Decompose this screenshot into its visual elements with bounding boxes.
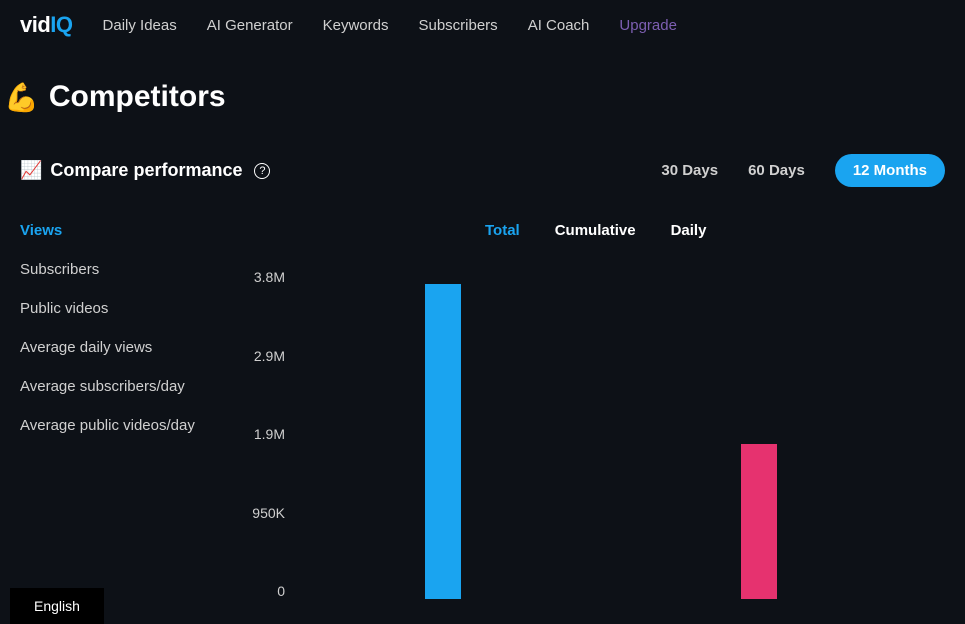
logo-part-iq: IQ — [50, 12, 72, 37]
sidebar-item-avg-subs-day[interactable]: Average subscribers/day — [20, 378, 230, 395]
metric-sidebar: Views Subscribers Public videos Average … — [20, 202, 230, 599]
chart-body: 3.8M 2.9M 1.9M 950K 0 — [230, 269, 945, 599]
period-12-months[interactable]: 12 Months — [835, 154, 945, 187]
nav-ai-coach[interactable]: AI Coach — [528, 17, 590, 34]
nav-keywords[interactable]: Keywords — [323, 17, 389, 34]
chart-emoji-icon: 📈 — [20, 160, 42, 181]
section-title-group: 📈 Compare performance ? — [20, 160, 270, 181]
bar-channel-b[interactable] — [741, 444, 777, 599]
chart-zone: Total Cumulative Daily 3.8M 2.9M 1.9M 95… — [230, 202, 945, 599]
period-tabs: 30 Days 60 Days 12 Months — [661, 154, 945, 187]
mode-total[interactable]: Total — [485, 222, 520, 239]
nav-subscribers[interactable]: Subscribers — [418, 17, 497, 34]
mode-daily[interactable]: Daily — [671, 222, 707, 239]
sidebar-item-public-videos[interactable]: Public videos — [20, 300, 230, 317]
flex-emoji-icon: 💪 — [4, 81, 39, 114]
section-title: Compare performance — [50, 160, 242, 181]
y-tick-3: 2.9M — [254, 348, 285, 364]
page-title-row: 💪 Competitors — [0, 50, 965, 134]
sidebar-item-avg-pv-day[interactable]: Average public videos/day — [20, 417, 230, 434]
content-area: Views Subscribers Public videos Average … — [0, 202, 965, 599]
bar-channel-a[interactable] — [425, 284, 461, 599]
section-header: 📈 Compare performance ? 30 Days 60 Days … — [0, 134, 965, 202]
y-tick-0: 0 — [277, 583, 285, 599]
period-60-days[interactable]: 60 Days — [748, 162, 805, 179]
nav-ai-generator[interactable]: AI Generator — [207, 17, 293, 34]
y-tick-1: 950K — [252, 505, 285, 521]
sidebar-item-avg-daily-views[interactable]: Average daily views — [20, 339, 230, 356]
y-tick-2: 1.9M — [254, 426, 285, 442]
help-icon[interactable]: ? — [254, 163, 270, 179]
y-tick-4: 3.8M — [254, 269, 285, 285]
top-nav: vidIQ Daily Ideas AI Generator Keywords … — [0, 0, 965, 50]
sidebar-item-subscribers[interactable]: Subscribers — [20, 261, 230, 278]
nav-upgrade[interactable]: Upgrade — [619, 17, 677, 34]
logo-part-vid: vid — [20, 12, 50, 37]
chart-plot — [295, 269, 945, 599]
nav-daily-ideas[interactable]: Daily Ideas — [103, 17, 177, 34]
logo[interactable]: vidIQ — [20, 12, 73, 38]
period-30-days[interactable]: 30 Days — [661, 162, 718, 179]
sidebar-item-views[interactable]: Views — [20, 222, 230, 239]
mode-tabs: Total Cumulative Daily — [230, 202, 945, 269]
page-title: Competitors — [49, 80, 226, 114]
y-axis: 3.8M 2.9M 1.9M 950K 0 — [230, 269, 295, 599]
language-selector[interactable]: English — [10, 588, 104, 624]
mode-cumulative[interactable]: Cumulative — [555, 222, 636, 239]
